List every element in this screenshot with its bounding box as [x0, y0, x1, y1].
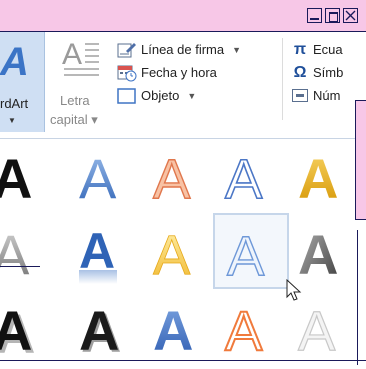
- svg-text:A: A: [79, 147, 117, 210]
- svg-text:A: A: [298, 299, 336, 362]
- wordart-style-blue-bevel[interactable]: A: [143, 294, 213, 369]
- svg-text:A: A: [0, 147, 32, 210]
- wordart-letter-icon: A: [298, 147, 338, 210]
- maximize-button[interactable]: [325, 8, 340, 23]
- svg-text:A: A: [153, 299, 193, 362]
- window-controls: [307, 8, 358, 23]
- number-label: Núm: [313, 88, 341, 103]
- wordart-dropdown-icon: ▼: [8, 116, 16, 125]
- wordart-letter-icon: A: [226, 223, 265, 287]
- drop-cap-icon: A: [62, 38, 99, 76]
- svg-text:A: A: [298, 147, 338, 210]
- svg-text:A: A: [153, 147, 191, 210]
- date-time-icon: [117, 65, 137, 81]
- ribbon-insert-text-group: A rdArt ▼ A Letra capital ▾ Línea de fir…: [0, 32, 366, 139]
- wordart-style-black-fill[interactable]: A: [0, 142, 56, 217]
- svg-text:A: A: [62, 38, 82, 71]
- wordart-style-silver-outline[interactable]: A: [288, 294, 358, 369]
- drop-cap-button[interactable]: A Letra capital ▾: [48, 32, 108, 132]
- wordart-label: rdArt: [0, 96, 29, 111]
- svg-text:A: A: [225, 299, 263, 362]
- equation-label: Ecua: [313, 42, 343, 57]
- wordart-a-icon: A: [0, 40, 29, 84]
- wordart-style-orange-outline-fill[interactable]: A: [215, 294, 285, 369]
- wordart-button[interactable]: A rdArt ▼: [0, 32, 45, 132]
- svg-text:A: A: [0, 299, 32, 362]
- wordart-style-gray-gradient[interactable]: A: [0, 218, 56, 293]
- signature-line-dropdown-icon: ▼: [232, 44, 242, 55]
- wordart-letter-icon: A: [153, 223, 192, 287]
- symbol-button[interactable]: Ω Símb: [290, 61, 366, 84]
- mouse-cursor-icon: [286, 279, 302, 301]
- wordart-style-gold-gradient[interactable]: A: [143, 218, 213, 293]
- symbols-column: π Ecua Ω Símb Núm: [290, 38, 366, 107]
- minimize-button[interactable]: [307, 8, 322, 23]
- close-icon: [345, 10, 356, 21]
- drop-cap-label-line2: capital ▾: [50, 112, 98, 127]
- symbol-icon: Ω: [293, 63, 307, 81]
- background-window-edge: [0, 266, 40, 267]
- wordart-letter-icon: A: [0, 223, 30, 286]
- word-window-crop: A rdArt ▼ A Letra capital ▾ Línea de fir…: [0, 0, 366, 369]
- wordart-letter-icon: A: [224, 146, 264, 211]
- signature-line-label: Línea de firma: [141, 42, 225, 57]
- close-button[interactable]: [343, 8, 358, 23]
- wordart-gallery: A A A A A A A A A A A A A A A A A: [0, 142, 356, 369]
- object-button[interactable]: Objeto ▼: [117, 84, 277, 107]
- svg-text:A: A: [298, 223, 338, 286]
- wordart-style-gold-fill[interactable]: A: [288, 142, 358, 217]
- equation-button[interactable]: π Ecua: [290, 38, 366, 61]
- wordart-letter-icon: A: [79, 147, 117, 210]
- svg-text:A: A: [0, 223, 30, 286]
- symbol-label: Símb: [313, 65, 344, 80]
- object-dropdown-icon: ▼: [187, 90, 197, 101]
- wordart-style-blue-outline[interactable]: A: [215, 142, 285, 217]
- signature-line-icon: [117, 42, 136, 57]
- wordart-letter-icon: A: [297, 298, 336, 362]
- background-window-edge: [357, 230, 358, 365]
- svg-text:A: A: [225, 147, 263, 210]
- svg-text:A: A: [227, 224, 265, 287]
- equation-icon: π: [293, 40, 307, 58]
- wordart-letter-icon: A A: [0, 299, 35, 365]
- background-window-edge: [0, 360, 366, 361]
- wordart-letter-icon: A: [153, 299, 193, 362]
- wordart-style-light-blue-outline[interactable]: A: [213, 213, 289, 289]
- ribbon-separator: [282, 38, 283, 120]
- signature-line-button[interactable]: Línea de firma ▼: [117, 38, 277, 61]
- wordart-style-orange-outline[interactable]: A: [143, 142, 213, 217]
- title-bar: [0, 0, 366, 32]
- object-icon: [117, 87, 136, 104]
- wordart-style-black-bevel[interactable]: A A: [69, 294, 139, 369]
- svg-text:A: A: [79, 299, 119, 362]
- date-time-button[interactable]: Fecha y hora: [117, 61, 277, 84]
- wordart-style-black-shadow[interactable]: A A: [0, 294, 56, 369]
- svg-text:A: A: [153, 223, 191, 286]
- wordart-style-blue-reflection[interactable]: A: [69, 218, 139, 293]
- number-icon: [292, 89, 308, 102]
- wordart-letter-icon: A: [152, 146, 191, 210]
- text-commands-column: Línea de firma ▼ Fecha y hora Objeto ▼: [117, 38, 277, 107]
- date-time-label: Fecha y hora: [141, 65, 217, 80]
- wordart-letter-icon: A: [79, 223, 117, 284]
- object-label: Objeto: [141, 88, 180, 103]
- wordart-letter-icon: A: [0, 147, 32, 210]
- wordart-style-blue-gradient[interactable]: A: [69, 142, 139, 217]
- wordart-letter-icon: A A: [79, 299, 121, 364]
- drop-cap-label-line1: Letra: [60, 93, 90, 108]
- wordart-letter-icon: A: [224, 298, 264, 363]
